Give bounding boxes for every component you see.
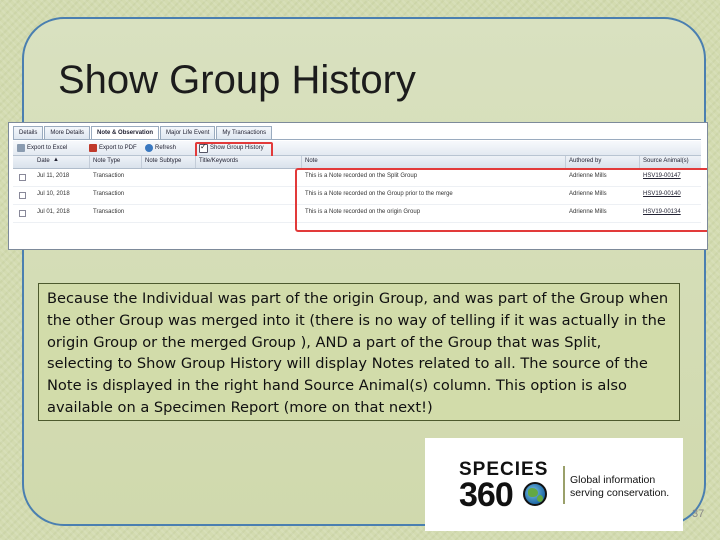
- grid-toolbar: Export to Excel Export to PDF Refresh Sh…: [13, 141, 701, 156]
- slide-title: Show Group History: [58, 58, 416, 102]
- species360-logo: SPECIES 360 Global information serving c…: [425, 438, 683, 531]
- cell-date: Jul 10, 2018: [37, 191, 70, 197]
- column-header-source-animals[interactable]: Source Animal(s): [643, 158, 689, 164]
- column-separator: [141, 156, 142, 168]
- logo-tagline: serving conservation.: [570, 487, 670, 499]
- cell-date: Jul 01, 2018: [37, 209, 70, 215]
- globe-icon: [523, 482, 547, 506]
- refresh-label: Refresh: [155, 145, 177, 151]
- export-excel-label: Export to Excel: [27, 145, 68, 151]
- export-pdf-label: Export to PDF: [99, 145, 137, 151]
- print-icon: [17, 144, 25, 152]
- column-header-date[interactable]: Date: [37, 158, 50, 164]
- cell-date: Jul 11, 2018: [37, 173, 70, 179]
- tab-note-observation[interactable]: Note & Observation: [91, 126, 160, 140]
- tab-divider: [13, 139, 701, 140]
- column-header-note[interactable]: Note: [305, 158, 318, 164]
- logo-wordmark-360: 360: [459, 476, 514, 514]
- export-pdf-button[interactable]: Export to PDF: [89, 143, 137, 153]
- tab-details[interactable]: Details: [13, 126, 44, 140]
- caption-text-box: Because the Individual was part of the o…: [38, 283, 680, 421]
- row-checkbox[interactable]: [19, 210, 26, 217]
- column-header-title-keywords[interactable]: Title/Keywords: [199, 158, 238, 164]
- refresh-icon: [145, 144, 153, 152]
- tab-my-transactions[interactable]: My Transactions: [216, 126, 273, 140]
- column-separator: [639, 156, 640, 168]
- refresh-button[interactable]: Refresh: [145, 143, 176, 153]
- column-separator: [195, 156, 196, 168]
- row-checkbox[interactable]: [19, 174, 26, 181]
- tab-major-life-event[interactable]: Major Life Event: [160, 126, 216, 140]
- highlight-notes: [295, 168, 707, 232]
- app-screenshot: Details More Details Note & Observation …: [8, 122, 708, 250]
- logo-divider: [563, 466, 565, 504]
- sort-asc-icon: ▲: [53, 157, 59, 163]
- tab-bar: Details More Details Note & Observation …: [13, 126, 273, 140]
- column-header-note-type[interactable]: Note Type: [93, 158, 120, 164]
- column-separator: [89, 156, 90, 168]
- cell-note-type: Transaction: [93, 209, 125, 215]
- tab-more-details[interactable]: More Details: [44, 126, 91, 140]
- column-header-authored-by[interactable]: Authored by: [569, 158, 601, 164]
- page-number: 37: [692, 508, 705, 520]
- column-separator: [301, 156, 302, 168]
- row-checkbox[interactable]: [19, 192, 26, 199]
- pdf-icon: [89, 144, 97, 152]
- column-header-note-subtype[interactable]: Note Subtype: [145, 158, 181, 164]
- logo-tagline: Global information: [570, 474, 656, 486]
- cell-note-type: Transaction: [93, 173, 125, 179]
- export-excel-button[interactable]: Export to Excel: [17, 143, 67, 153]
- column-separator: [565, 156, 566, 168]
- cell-note-type: Transaction: [93, 191, 125, 197]
